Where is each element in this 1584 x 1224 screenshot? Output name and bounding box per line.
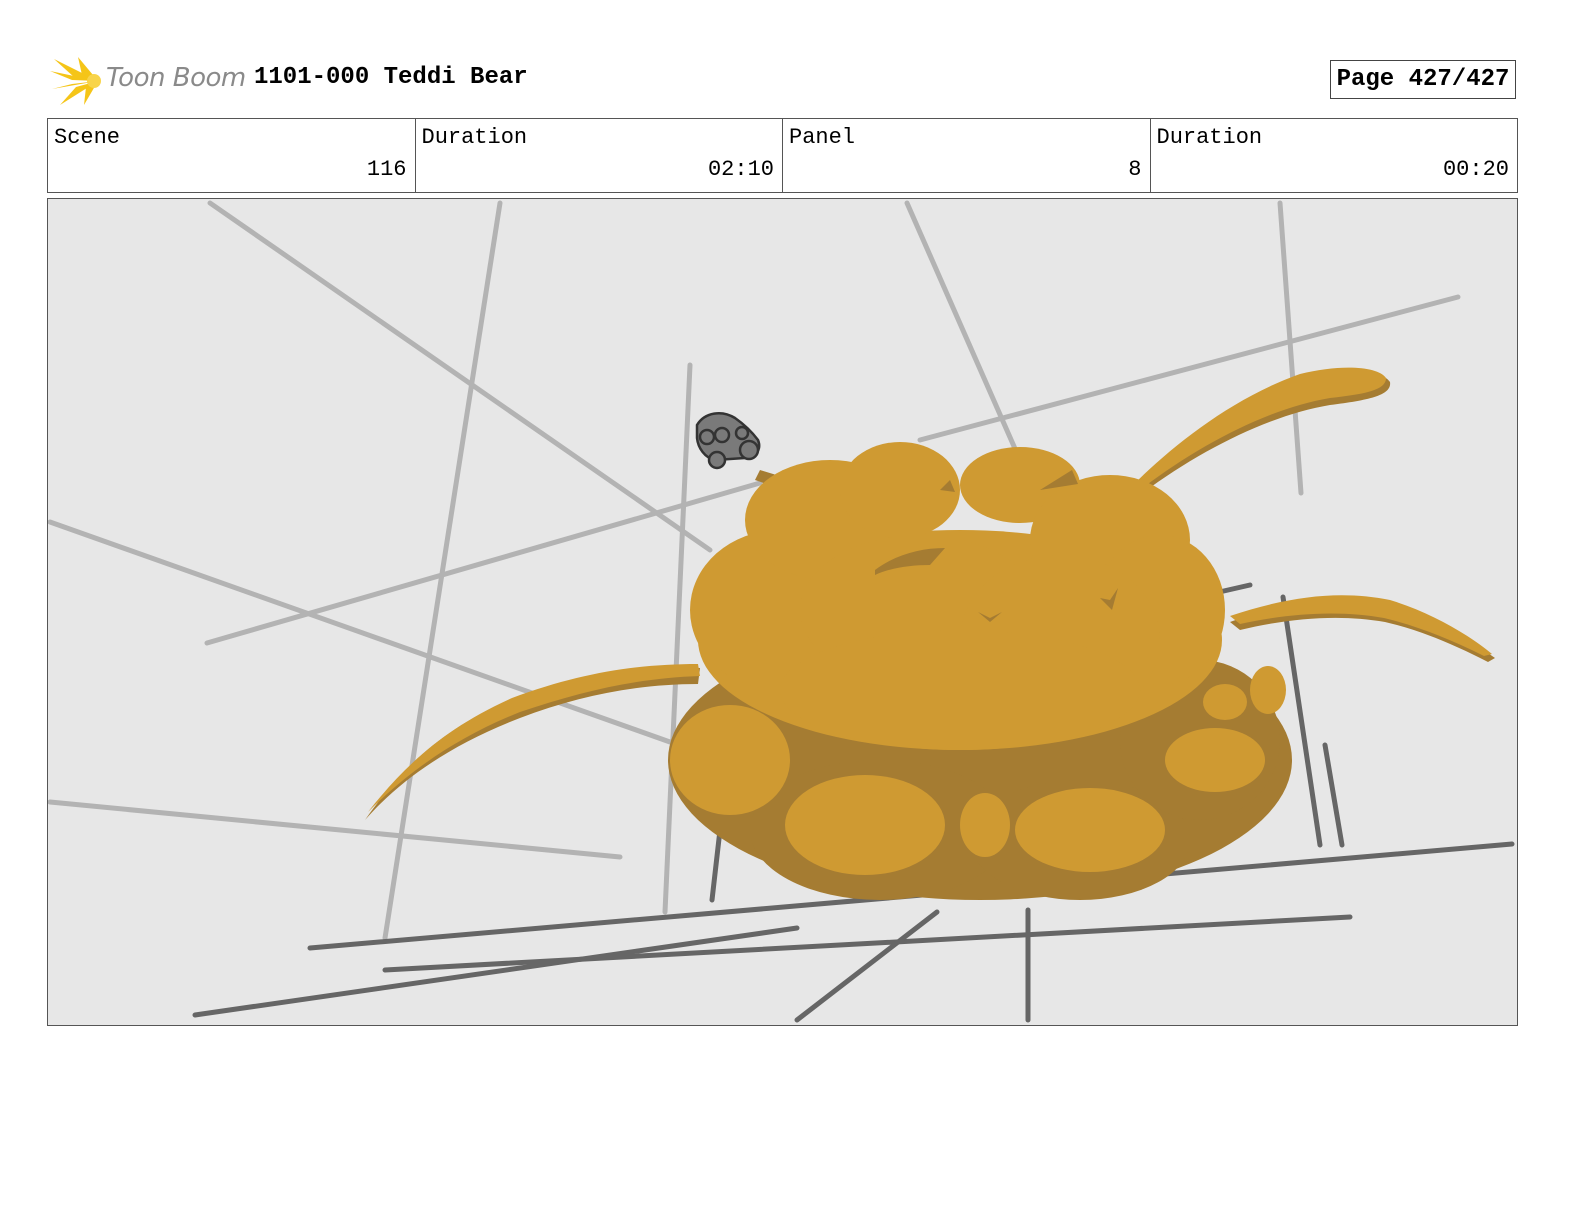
- starburst-icon: [50, 57, 101, 105]
- scene-value: 116: [366, 157, 407, 182]
- vehicle-drawing: [695, 412, 761, 470]
- scene-label: Scene: [54, 125, 121, 150]
- panel-label: Panel: [789, 125, 856, 150]
- scene-duration-label: Duration: [421, 125, 528, 150]
- project-title: 1101-000 Teddi Bear: [254, 64, 528, 91]
- storyboard-panel: [47, 198, 1518, 1026]
- scene-duration-cell: Duration 02:10: [416, 119, 783, 192]
- scene-duration-value: 02:10: [707, 157, 774, 182]
- panel-duration-label: Duration: [1156, 125, 1263, 150]
- explosion-cloud: [668, 442, 1292, 900]
- panel-duration-value: 00:20: [1442, 157, 1509, 182]
- panel-value: 8: [1128, 157, 1142, 182]
- panel-duration-cell: Duration 00:20: [1151, 119, 1518, 192]
- info-table: Scene 116 Duration 02:10 Panel 8 Duratio…: [47, 118, 1518, 193]
- panel-cell: Panel 8: [783, 119, 1151, 192]
- scene-cell: Scene 116: [48, 119, 416, 192]
- logo-text: Toon Boom: [106, 63, 246, 93]
- panel-drawing: [48, 200, 1515, 1023]
- page-indicator: Page 427/427: [1330, 60, 1516, 99]
- toon-boom-logo: Toon Boom: [50, 55, 246, 107]
